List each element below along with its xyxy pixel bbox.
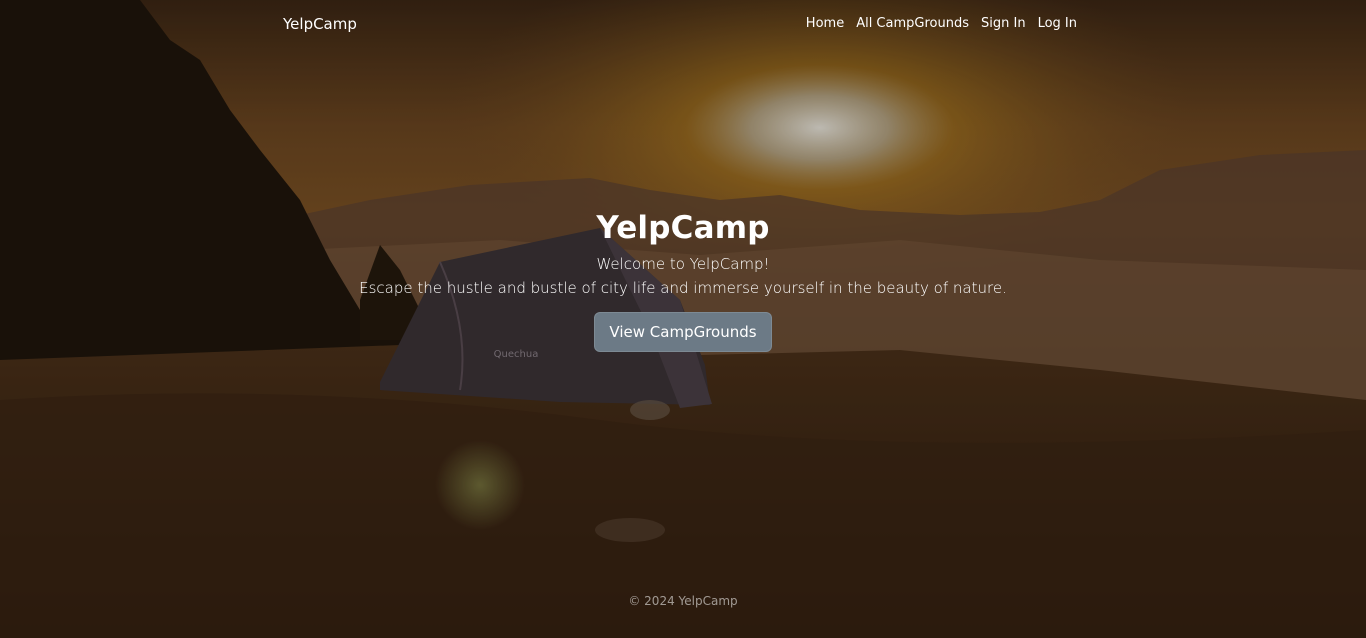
- footer-copyright: © 2024 YelpCamp: [628, 594, 738, 608]
- hero-title: YelpCamp: [596, 210, 770, 246]
- hero-welcome-text: Welcome to YelpCamp!: [596, 255, 770, 273]
- footer: © 2024 YelpCamp: [0, 594, 1366, 608]
- hero-description: Escape the hustle and bustle of city lif…: [359, 279, 1007, 297]
- navbar-brand[interactable]: YelpCamp: [283, 15, 357, 33]
- hero-section: YelpCamp Welcome to YelpCamp! Escape the…: [0, 208, 1366, 352]
- nav-link-sign-in[interactable]: Sign In: [981, 16, 1026, 31]
- nav-links: Home All CampGrounds Sign In Log In: [806, 16, 1077, 31]
- nav-link-all-campgrounds[interactable]: All CampGrounds: [856, 16, 969, 31]
- top-navbar: YelpCamp Home All CampGrounds Sign In Lo…: [0, 0, 1366, 48]
- nav-link-log-in[interactable]: Log In: [1038, 16, 1077, 31]
- nav-link-home[interactable]: Home: [806, 16, 844, 31]
- view-campgrounds-button[interactable]: View CampGrounds: [594, 312, 772, 352]
